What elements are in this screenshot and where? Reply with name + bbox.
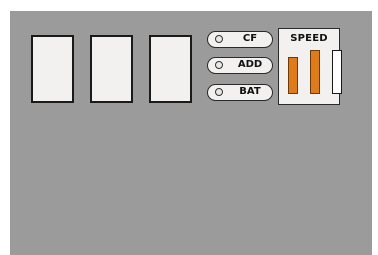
speed-bar-1 <box>288 56 298 94</box>
indicator-add[interactable]: ADD <box>207 57 273 74</box>
led-icon <box>215 61 223 69</box>
led-icon <box>215 35 223 43</box>
speed-bar-1-fill <box>289 57 297 93</box>
speed-bar-2-fill <box>311 51 319 93</box>
indicator-add-label: ADD <box>237 59 263 70</box>
display-slot-2 <box>90 35 133 103</box>
indicator-cf[interactable]: CF <box>207 31 273 48</box>
indicator-bat[interactable]: BAT <box>207 84 273 101</box>
speed-meter-title: SPEED <box>290 33 328 44</box>
control-panel: CF ADD BAT SPEED <box>10 11 372 255</box>
indicator-cf-label: CF <box>242 33 258 44</box>
indicator-bat-label: BAT <box>239 86 261 97</box>
display-slot-3 <box>149 35 192 103</box>
display-slot-1 <box>31 35 74 103</box>
led-icon <box>215 88 223 96</box>
speed-bar-3 <box>332 50 342 94</box>
speed-bar-2 <box>310 50 320 94</box>
speed-meter: SPEED <box>278 28 342 105</box>
